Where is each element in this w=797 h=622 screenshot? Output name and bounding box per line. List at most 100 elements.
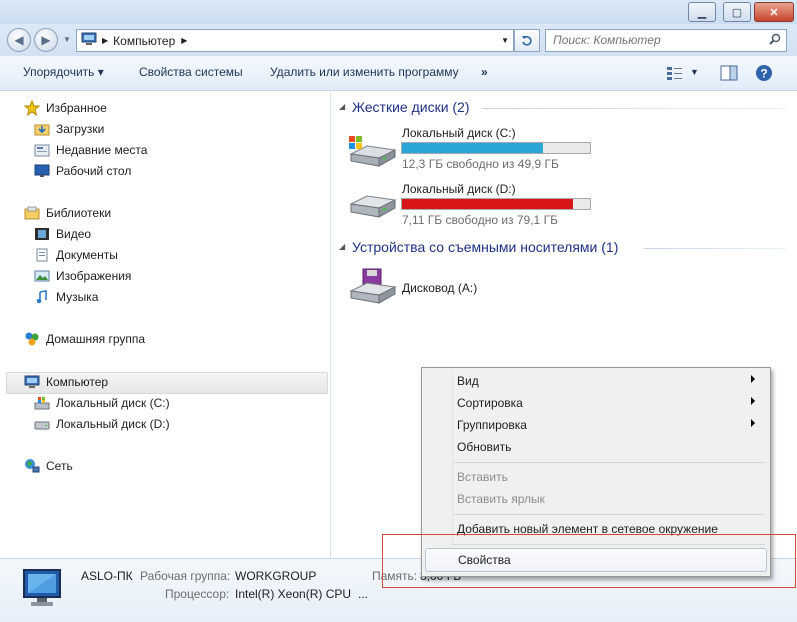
menu-item-paste[interactable]: Вставить [425, 466, 765, 488]
collapse-removable-icon[interactable]: ◢ [339, 242, 345, 251]
search-icon[interactable] [769, 33, 781, 48]
removable-group-header[interactable]: Устройства со съемными носителями (1) [352, 239, 618, 255]
nav-drive-c-label: Локальный диск (C:) [56, 396, 170, 410]
close-button[interactable]: ✕ [754, 2, 794, 22]
nav-documents-label: Документы [56, 248, 118, 262]
menu-item-sort-label: Сортировка [457, 396, 523, 410]
video-icon [34, 227, 50, 241]
workgroup-value: WORKGROUP [235, 569, 317, 583]
nav-video[interactable]: Видео [34, 224, 91, 244]
drive-d-usage-fill [402, 199, 574, 209]
nav-downloads-label: Загрузки [56, 122, 105, 136]
breadcrumb-chevron-icon[interactable]: ▶ [181, 36, 187, 45]
search-box[interactable] [545, 29, 787, 52]
forward-button[interactable]: ▶ [34, 28, 58, 52]
back-button[interactable]: ◀ [7, 28, 31, 52]
drive-c-usage-fill [402, 143, 543, 153]
nav-network[interactable]: Сеть [24, 456, 73, 476]
hdd-group-header[interactable]: Жесткие диски (2) [352, 99, 470, 115]
svg-text:?: ? [760, 67, 767, 81]
nav-drive-c[interactable]: Локальный диск (C:) [34, 393, 170, 413]
nav-documents[interactable]: Документы [34, 245, 118, 265]
nav-pictures-label: Изображения [56, 269, 132, 283]
drive-c-name[interactable]: Локальный диск (C:) [402, 126, 516, 140]
title-bar: ▁ ▢ ✕ [0, 0, 797, 24]
homegroup-icon [24, 332, 40, 346]
nav-video-label: Видео [56, 227, 92, 241]
nav-computer[interactable]: Компьютер [24, 372, 108, 392]
drive-d-name[interactable]: Локальный диск (D:) [402, 182, 516, 196]
recent-pages-dropdown[interactable]: ▼ [63, 35, 71, 44]
nav-desktop-label: Рабочий стол [56, 164, 132, 178]
nav-network-label: Сеть [46, 459, 73, 473]
cpu-value: Intel(R) Xeon(R) CPU [235, 587, 352, 601]
workgroup-label: Рабочая группа: [140, 569, 231, 583]
cpu-more: ... [358, 587, 369, 601]
drive-c-free-space: 12,3 ГБ свободно из 49,9 ГБ [402, 157, 559, 171]
help-icon[interactable]: ? [755, 64, 773, 85]
back-arrow-icon: ◀ [14, 33, 24, 47]
search-input[interactable] [546, 30, 763, 49]
system-drive-icon [34, 396, 50, 410]
command-bar: Упорядочить ▾ Свойства системы Удалить и… [0, 56, 797, 91]
group-divider [644, 248, 787, 249]
nav-downloads[interactable]: Загрузки [34, 119, 104, 139]
address-bar[interactable]: ▶ Компьютер ▶ ▼ [76, 29, 514, 52]
change-view-icon[interactable] [666, 65, 684, 84]
floppy-drive-name[interactable]: Дисковод (A:) [402, 281, 477, 295]
menu-item-group-label: Группировка [457, 418, 527, 432]
refresh-button[interactable] [514, 29, 540, 52]
breadcrumb-computer[interactable]: Компьютер [113, 34, 175, 48]
submenu-arrow-icon [751, 419, 755, 427]
pictures-icon [34, 269, 50, 283]
refresh-icon [522, 35, 532, 46]
system-properties-button[interactable]: Свойства системы [139, 65, 243, 79]
collapse-hdd-icon[interactable]: ◢ [339, 102, 345, 111]
nav-drive-d[interactable]: Локальный диск (D:) [34, 414, 170, 434]
nav-pictures[interactable]: Изображения [34, 266, 131, 286]
menu-item-paste-shortcut-label: Вставить ярлык [457, 492, 545, 506]
floppy-drive-icon [347, 267, 397, 310]
menu-item-view-label: Вид [457, 374, 479, 388]
minimize-button[interactable]: ▁ [688, 2, 716, 22]
highlight-box [382, 534, 796, 588]
computer-name: ASLO-ПК [81, 569, 133, 583]
drive-icon [347, 190, 397, 227]
drive-c-usage-bar [401, 142, 591, 154]
menu-item-view[interactable]: Вид [425, 370, 765, 392]
system-drive-icon [347, 134, 397, 171]
submenu-arrow-icon [751, 397, 755, 405]
view-options-dropdown-icon[interactable]: ▼ [690, 67, 699, 77]
menu-item-refresh[interactable]: Обновить [425, 436, 765, 458]
submenu-arrow-icon [751, 375, 755, 383]
address-row: ◀ ▶ ▼ ▶ Компьютер ▶ ▼ [0, 24, 797, 56]
nav-libraries-label: Библиотеки [46, 206, 112, 220]
drive-d-free-space: 7,11 ГБ свободно из 79,1 ГБ [402, 213, 558, 227]
documents-icon [34, 248, 50, 262]
nav-music[interactable]: Музыка [34, 287, 98, 307]
organize-button[interactable]: Упорядочить ▾ [23, 65, 104, 79]
nav-recent-places[interactable]: Недавние места [34, 140, 147, 160]
menu-item-group[interactable]: Группировка [425, 414, 765, 436]
drive-icon [34, 417, 50, 431]
downloads-folder-icon [34, 122, 50, 136]
menu-item-paste-shortcut[interactable]: Вставить ярлык [425, 488, 765, 510]
nav-libraries[interactable]: Библиотеки [24, 203, 111, 223]
computer-icon [24, 375, 40, 389]
uninstall-program-button[interactable]: Удалить или изменить программу [270, 65, 459, 79]
menu-item-refresh-label: Обновить [457, 440, 512, 454]
nav-recent-places-label: Недавние места [56, 143, 148, 157]
group-divider [482, 108, 787, 109]
nav-favorites[interactable]: Избранное [24, 98, 107, 118]
menu-item-sort[interactable]: Сортировка [425, 392, 765, 414]
star-icon [24, 100, 40, 116]
nav-desktop[interactable]: Рабочий стол [34, 161, 131, 181]
more-commands-button[interactable]: » [481, 65, 488, 79]
cpu-label: Процессор: [165, 587, 230, 601]
preview-pane-icon[interactable] [720, 65, 738, 84]
music-icon [34, 290, 50, 304]
nav-homegroup[interactable]: Домашняя группа [24, 329, 145, 349]
maximize-button[interactable]: ▢ [723, 2, 751, 22]
menu-separator [453, 462, 765, 463]
address-dropdown-icon[interactable]: ▼ [501, 36, 509, 45]
